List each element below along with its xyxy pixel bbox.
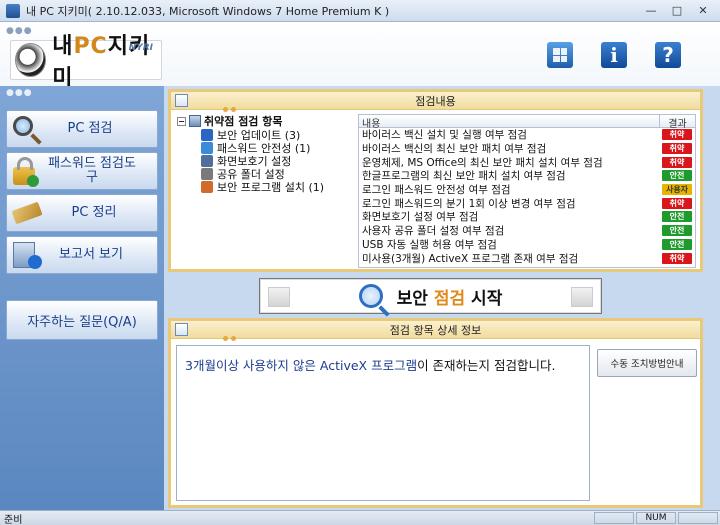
table-row[interactable]: 사용자 공유 폴더 설정 여부 점검 안전 bbox=[359, 224, 695, 238]
panel-doc-icon bbox=[175, 323, 188, 336]
monitor-icon bbox=[201, 154, 213, 167]
app-shield-icon bbox=[6, 3, 20, 18]
row-result-cell: 안전 bbox=[659, 238, 695, 250]
table-row[interactable]: USB 자동 실행 허용 여부 점검 안전 bbox=[359, 238, 695, 252]
panel-dots bbox=[223, 107, 241, 112]
lock-icon bbox=[13, 157, 39, 187]
sidebar-item-label: PC 정리 bbox=[71, 205, 117, 220]
result-badge: 안전 bbox=[662, 238, 692, 250]
help-icon[interactable]: ? bbox=[655, 42, 681, 68]
report-icon bbox=[13, 242, 42, 269]
detail-info-panel: 점검 항목 상세 정보 3개월이상 사용하지 않은 ActiveX 프로그램이 … bbox=[168, 318, 703, 508]
start-check-label: 보안 점검 시작 bbox=[396, 288, 503, 309]
panel-title: 점검내용 bbox=[415, 94, 456, 108]
status-cell bbox=[594, 512, 634, 524]
status-text: 준비 bbox=[4, 514, 23, 525]
sidebar-item-password-tool[interactable]: 패스워드 점검도구 bbox=[6, 152, 158, 190]
row-result-cell: 안전 bbox=[659, 225, 695, 237]
table-row[interactable]: 로그인 패스워드 안전성 여부 점검 사용자 bbox=[359, 183, 695, 197]
update-icon bbox=[201, 128, 213, 141]
table-row[interactable]: 화면보호기 설정 여부 점검 안전 bbox=[359, 210, 695, 224]
result-badge: 취약 bbox=[662, 129, 692, 141]
windows-update-icon[interactable] bbox=[547, 42, 573, 68]
row-result-cell: 안전 bbox=[659, 211, 695, 223]
password-icon bbox=[201, 141, 213, 154]
manual-guide-button[interactable]: 수동 조치방법안내 bbox=[597, 349, 697, 377]
mascot-icon bbox=[15, 43, 47, 77]
result-badge: 사용자 bbox=[662, 184, 692, 196]
title-bar: 내 PC 지키미( 2.10.12.033, Microsoft Windows… bbox=[0, 0, 720, 22]
info-icon[interactable]: i bbox=[601, 42, 627, 68]
table-row[interactable]: 바이러스 백신의 최신 보안 패치 여부 점검 취약 bbox=[359, 142, 695, 156]
col-result-header: 결과 bbox=[659, 115, 695, 130]
result-badge: 취약 bbox=[662, 143, 692, 155]
sidebar-item-label: 패스워드 점검도구 bbox=[48, 156, 136, 185]
sidebar-item-pc-check[interactable]: PC 점검 bbox=[6, 110, 158, 148]
brand-name: 내PC지키미 bbox=[52, 34, 151, 91]
computer-icon bbox=[189, 115, 201, 127]
sidebar-item-report[interactable]: 보고서 보기 bbox=[6, 236, 158, 274]
close-button[interactable]: ✕ bbox=[690, 2, 716, 20]
detail-text: 이 존재하는지 점검합니다. bbox=[417, 358, 556, 373]
row-result-cell: 취약 bbox=[659, 156, 695, 168]
check-items-tree: − 취약점 점검 항목 보안 업데이트 (3) 패스워드 안전성 (1) 화면보… bbox=[177, 114, 351, 268]
num-indicator: NUM bbox=[636, 512, 676, 524]
sidebar-item-pc-cleanup[interactable]: PC 정리 bbox=[6, 194, 158, 232]
panel-title: 점검 항목 상세 정보 bbox=[389, 323, 482, 337]
panel-title-bar: 점검 항목 상세 정보 bbox=[171, 321, 700, 339]
sidebar-item-label: PC 점검 bbox=[67, 121, 113, 136]
row-result-cell: 취약 bbox=[659, 252, 695, 264]
result-badge: 안전 bbox=[662, 170, 692, 182]
row-content: 미사용(3개월) ActiveX 프로그램 존재 여부 점검 bbox=[362, 252, 579, 265]
minimize-button[interactable]: — bbox=[638, 2, 664, 20]
result-badge: 취약 bbox=[662, 197, 692, 209]
status-cell bbox=[678, 512, 718, 524]
window-title: 내 PC 지키미( 2.10.12.033, Microsoft Windows… bbox=[26, 4, 390, 18]
col-content-header: 내용 bbox=[362, 119, 381, 130]
sidebar-item-label: 보고서 보기 bbox=[59, 247, 123, 262]
result-badge: 취약 bbox=[662, 252, 692, 264]
broom-icon bbox=[11, 201, 43, 225]
table-row[interactable]: 운영체제, MS Office의 최신 보안 패치 설치 여부 점검 취약 bbox=[359, 155, 695, 169]
sidebar: ●●● PC 점검 패스워드 점검도구 PC 정리 보고서 보기 자주하는 질문… bbox=[0, 86, 164, 510]
magnifier-icon bbox=[358, 284, 383, 308]
row-result-cell: 취약 bbox=[659, 129, 695, 141]
detail-text-area: 3개월이상 사용하지 않은 ActiveX 프로그램이 존재하는지 점검합니다. bbox=[176, 345, 590, 501]
detail-highlight: 3개월이상 사용하지 않은 ActiveX 프로그램 bbox=[185, 358, 418, 373]
faq-button[interactable]: 자주하는 질문(Q/A) bbox=[6, 300, 158, 340]
check-content-panel: 점검내용 − 취약점 점검 항목 보안 업데이트 (3) 패스워드 안전성 (1… bbox=[168, 89, 703, 272]
row-result-cell: 안전 bbox=[659, 170, 695, 182]
result-badge: 취약 bbox=[662, 156, 692, 168]
magnifier-icon bbox=[13, 116, 33, 136]
maximize-button[interactable]: □ bbox=[664, 2, 690, 20]
collapse-icon[interactable]: − bbox=[177, 116, 186, 126]
sidebar-dots: ●●● bbox=[6, 88, 33, 98]
deco-icon-left bbox=[268, 287, 290, 307]
panel-doc-icon bbox=[175, 94, 188, 107]
window-controls: — □ ✕ bbox=[638, 2, 716, 20]
deco-icon-right bbox=[571, 287, 593, 307]
shared-folder-icon bbox=[201, 167, 213, 180]
app-header: ●●● 내PC지키미 NYRI i ? bbox=[0, 22, 720, 91]
table-row[interactable]: 한글프로그램의 최신 보안 패치 설치 여부 점검 안전 bbox=[359, 169, 695, 183]
table-row[interactable]: 바이러스 백신 설치 및 실행 여부 점검 취약 bbox=[359, 128, 695, 142]
brand-tag: NYRI bbox=[128, 43, 153, 53]
panel-title-bar: 점검내용 bbox=[171, 92, 700, 110]
security-program-icon bbox=[201, 180, 213, 193]
result-badge: 안전 bbox=[662, 211, 692, 223]
start-check-button[interactable]: 보안 점검 시작 bbox=[259, 278, 602, 314]
check-results-table: 내용 결과 바이러스 백신 설치 및 실행 여부 점검 취약 바이러스 백신의 최신… bbox=[358, 114, 696, 268]
app-logo: 내PC지키미 NYRI bbox=[10, 34, 162, 91]
row-result-cell: 사용자 bbox=[659, 184, 695, 196]
panel-dots bbox=[223, 336, 241, 341]
result-badge: 안전 bbox=[662, 225, 692, 237]
tree-node[interactable]: 보안 프로그램 설치 (1) bbox=[177, 180, 351, 194]
table-row[interactable]: 미사용(3개월) ActiveX 프로그램 존재 여부 점검 취약 bbox=[359, 251, 695, 265]
header-dots: ●●● bbox=[6, 26, 33, 36]
status-bar: 준비 NUM bbox=[0, 510, 720, 525]
row-result-cell: 취약 bbox=[659, 143, 695, 155]
row-result-cell: 취약 bbox=[659, 197, 695, 209]
table-row[interactable]: 로그인 패스워드의 분기 1회 이상 변경 여부 점검 취약 bbox=[359, 196, 695, 210]
table-header: 내용 결과 bbox=[359, 115, 695, 130]
